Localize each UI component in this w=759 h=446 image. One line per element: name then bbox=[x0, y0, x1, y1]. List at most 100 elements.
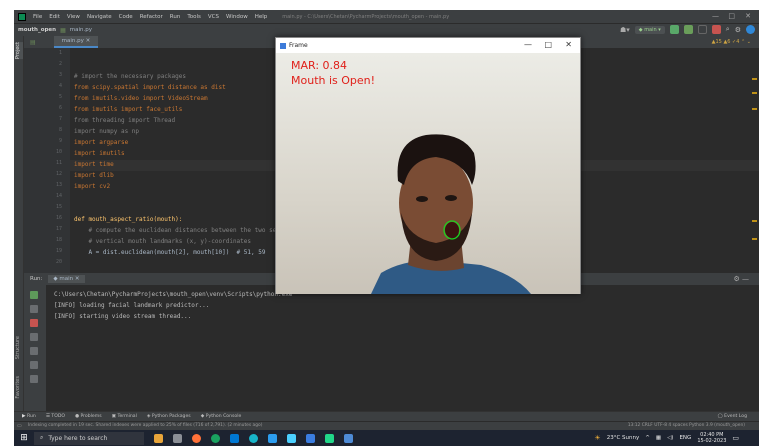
line-number: 8 bbox=[58, 127, 62, 133]
warning-marker[interactable] bbox=[752, 220, 757, 222]
menu-refactor[interactable]: Refactor bbox=[140, 14, 163, 20]
settings-gear-icon[interactable]: ⚙ bbox=[735, 26, 741, 34]
status-message[interactable]: Indexing completed in 19 sec. Shared ind… bbox=[28, 423, 262, 428]
tool-tab-favorites[interactable]: Favorites bbox=[15, 376, 21, 399]
tool-tab-structure[interactable]: Structure bbox=[15, 336, 21, 359]
system-tray: ☀ 23°C Sunny ^ ▦ ◁) ENG 02:40 PM 15-02-2… bbox=[594, 432, 739, 444]
taskbar-search[interactable]: ⌕ Type here to search bbox=[34, 431, 144, 445]
tool-tab-python-packages[interactable]: ◈ Python Packages bbox=[147, 414, 191, 419]
rerun-icon[interactable] bbox=[30, 291, 38, 299]
run-settings-gear-icon[interactable]: ⚙ — bbox=[733, 275, 749, 283]
volume-icon[interactable]: ◁) bbox=[667, 435, 673, 441]
coverage-icon[interactable] bbox=[697, 25, 707, 34]
inspection-widget[interactable]: ▲15 ▲6 ✓4 ⌃ ⌄ bbox=[712, 39, 751, 45]
search-icon[interactable]: ⌕ bbox=[726, 25, 730, 34]
warning-marker[interactable] bbox=[752, 108, 757, 110]
windows-start-icon[interactable]: ⊞ bbox=[14, 430, 34, 446]
pycharm-taskbar-icon[interactable] bbox=[325, 433, 334, 443]
network-icon[interactable]: ▦ bbox=[656, 435, 661, 441]
stop-icon[interactable] bbox=[711, 25, 721, 34]
print-icon[interactable] bbox=[30, 361, 38, 369]
frame-close-icon[interactable]: ✕ bbox=[565, 40, 572, 49]
line-number: 5 bbox=[58, 94, 62, 100]
tool-tab-problems[interactable]: ● Problems bbox=[75, 414, 102, 419]
tool-tab-run[interactable]: ▶ Run bbox=[22, 414, 36, 419]
menu-window[interactable]: Window bbox=[226, 14, 248, 20]
event-log-tab[interactable]: ◯ Event Log bbox=[718, 414, 747, 419]
weather-text[interactable]: 23°C Sunny bbox=[607, 435, 640, 441]
updates-icon[interactable] bbox=[746, 25, 755, 34]
frame-maximize-icon[interactable]: □ bbox=[544, 40, 552, 49]
file-explorer-icon[interactable] bbox=[230, 433, 239, 443]
run-console[interactable]: C:\Users\Chetan\PycharmProjects\mouth_op… bbox=[46, 285, 759, 411]
run-config-select[interactable]: ◆ main ▾ bbox=[634, 25, 665, 34]
frame-minimize-icon[interactable]: — bbox=[524, 40, 532, 49]
notification-icon[interactable]: ▭ bbox=[732, 434, 739, 442]
pin-icon[interactable] bbox=[30, 375, 38, 383]
warning-marker[interactable] bbox=[752, 92, 757, 94]
project-tree-icon[interactable]: ▤ bbox=[30, 39, 36, 46]
breadcrumb-project[interactable]: mouth_open bbox=[18, 27, 56, 33]
edge-icon[interactable] bbox=[249, 433, 258, 443]
code-line: import argparse bbox=[74, 139, 129, 146]
wrench-icon[interactable] bbox=[30, 305, 38, 313]
camera-image bbox=[276, 53, 580, 294]
store-icon[interactable] bbox=[268, 433, 277, 443]
tool-tab-python-console[interactable]: ◆ Python Console bbox=[201, 414, 242, 419]
line-number: 19 bbox=[55, 248, 62, 254]
pycharm-logo-icon bbox=[18, 12, 26, 21]
maximize-icon[interactable]: □ bbox=[728, 12, 735, 20]
run-icon[interactable] bbox=[669, 25, 679, 34]
taskbar-clock[interactable]: 02:40 PM 15-02-2023 bbox=[697, 432, 726, 444]
status-right-info[interactable]: 13:12 CRLF UTF-8 4 spaces Python 3.9 (mo… bbox=[628, 423, 745, 428]
word-icon[interactable] bbox=[306, 433, 315, 443]
soft-wrap-icon[interactable] bbox=[30, 333, 38, 341]
weather-sun-icon[interactable]: ☀ bbox=[594, 434, 600, 442]
menu-navigate[interactable]: Navigate bbox=[87, 14, 112, 20]
breadcrumb-file[interactable]: main.py bbox=[70, 27, 92, 33]
run-tab-main[interactable]: ◆ main ✕ bbox=[48, 275, 85, 283]
screen: File Edit View Navigate Code Refactor Ru… bbox=[14, 10, 759, 446]
menu-edit[interactable]: Edit bbox=[49, 14, 60, 20]
line-number: 3 bbox=[58, 72, 62, 78]
close-icon[interactable]: ✕ bbox=[745, 12, 751, 20]
tool-tab-terminal[interactable]: ▣ Terminal bbox=[112, 414, 137, 419]
menu-tools[interactable]: Tools bbox=[187, 14, 201, 20]
menu-file[interactable]: File bbox=[33, 14, 42, 20]
editor-tab-main-py[interactable]: main.py ✕ bbox=[53, 36, 99, 48]
minimize-icon[interactable]: — bbox=[712, 12, 719, 20]
menu-code[interactable]: Code bbox=[119, 14, 133, 20]
tool-tab-project[interactable]: Project bbox=[15, 42, 23, 60]
debug-icon[interactable] bbox=[683, 25, 693, 34]
tool-tab-todo[interactable]: ☰ TODO bbox=[46, 414, 65, 419]
warning-marker[interactable] bbox=[752, 238, 757, 240]
scroll-to-end-icon[interactable] bbox=[30, 347, 38, 355]
frame-window[interactable]: Frame — □ ✕ MAR: 0.84 Mouth is Open! bbox=[275, 37, 581, 294]
firefox-icon[interactable] bbox=[192, 433, 201, 443]
editor-tab-label: main.py bbox=[61, 38, 84, 44]
tray-chevron-icon[interactable]: ^ bbox=[645, 435, 650, 441]
stop-icon[interactable] bbox=[30, 319, 38, 327]
menu-view[interactable]: View bbox=[67, 14, 80, 20]
task-view-icon[interactable] bbox=[173, 433, 182, 443]
search-icon: ⌕ bbox=[40, 434, 44, 441]
widgets-icon[interactable] bbox=[154, 433, 163, 443]
left-tool-strip: Project Structure Favorites bbox=[14, 36, 24, 411]
app-icon[interactable] bbox=[287, 433, 296, 443]
warning-marker[interactable] bbox=[752, 78, 757, 80]
status-toggle-icon[interactable]: ▭ bbox=[17, 423, 22, 429]
tool-tab-run-label: Run bbox=[27, 414, 36, 419]
menu-help[interactable]: Help bbox=[255, 14, 268, 20]
user-icon[interactable]: ☗▾ bbox=[620, 26, 630, 34]
frame-title-bar[interactable]: Frame — □ ✕ bbox=[276, 38, 580, 53]
camera-feed: MAR: 0.84 Mouth is Open! bbox=[276, 53, 580, 294]
python-file-icon: ▦ bbox=[60, 26, 66, 34]
frame-window-taskbar-icon[interactable] bbox=[344, 433, 353, 443]
menu-vcs[interactable]: VCS bbox=[208, 14, 219, 20]
console-line: [INFO] loading facial landmark predictor… bbox=[54, 302, 210, 309]
line-number: 17 bbox=[55, 226, 62, 232]
chrome-icon[interactable] bbox=[211, 433, 220, 443]
language-indicator[interactable]: ENG bbox=[679, 435, 691, 441]
menu-run[interactable]: Run bbox=[170, 14, 181, 20]
line-number: 7 bbox=[58, 116, 62, 122]
